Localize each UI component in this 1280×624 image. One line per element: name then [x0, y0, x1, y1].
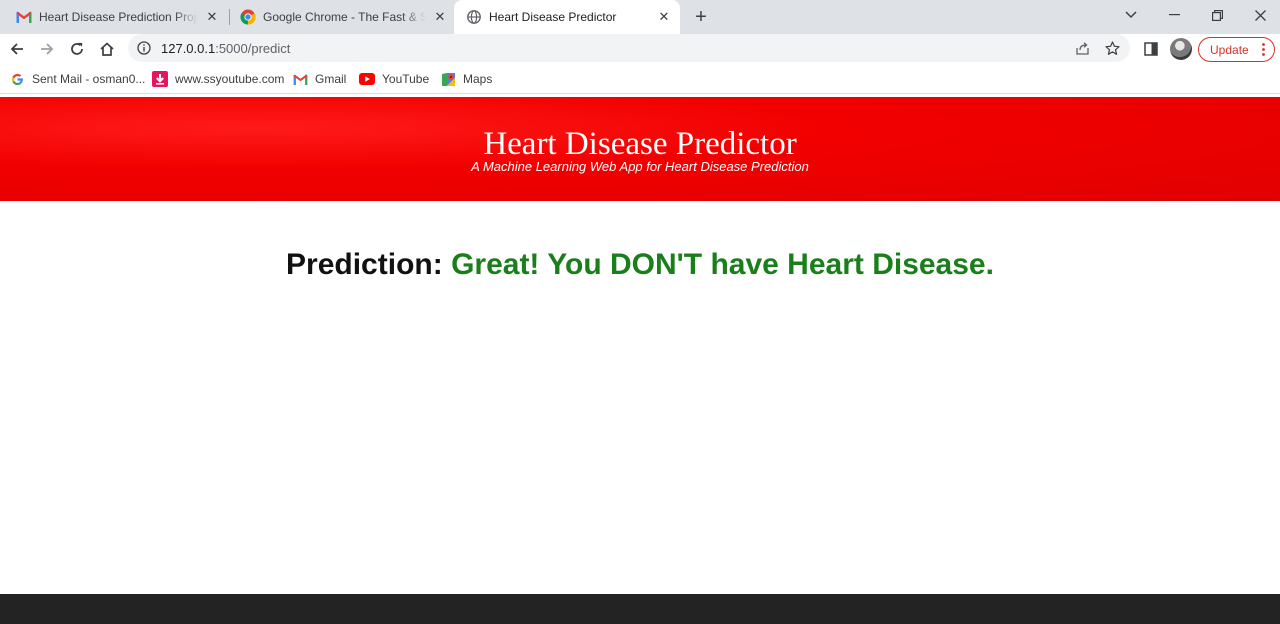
gmail-icon [16, 9, 32, 25]
bookmark-label: Gmail [315, 72, 347, 86]
tab-search-icon[interactable] [1110, 0, 1152, 30]
footer-bar [0, 594, 1280, 624]
page-subtitle: A Machine Learning Web App for Heart Dis… [471, 159, 809, 174]
bookmark-label: Maps [463, 72, 493, 86]
bookmark-ssyoutube[interactable]: www.ssyoutube.com [152, 71, 284, 87]
reload-icon[interactable] [65, 37, 89, 61]
tab-title: Heart Disease Predictor [489, 10, 617, 24]
bookmark-star-icon[interactable] [1102, 38, 1122, 58]
back-icon[interactable] [5, 37, 29, 61]
forward-icon[interactable] [35, 37, 59, 61]
bookmark-label: YouTube [382, 72, 430, 86]
prediction-value: Great! You DON'T have Heart Disease. [451, 248, 994, 281]
bookmarks-bar: Sent Mail - osman0... www.ssyoutube.com … [0, 64, 1280, 94]
address-bar[interactable]: 127.0.0.1:5000/predict [128, 34, 1130, 62]
tab-separator [229, 9, 230, 25]
header-banner: Heart Disease Predictor A Machine Learni… [0, 97, 1280, 201]
gmail-icon [292, 71, 308, 87]
new-tab-icon[interactable]: + [689, 5, 713, 29]
window-close-icon[interactable] [1239, 0, 1280, 30]
browser-toolbar: 127.0.0.1:5000/predict Update [0, 34, 1280, 64]
bookmark-sent-mail[interactable]: Sent Mail - osman0... [9, 71, 145, 87]
url-host: 127.0.0.1 [161, 41, 216, 56]
close-icon[interactable]: ✕ [204, 9, 220, 25]
update-button[interactable]: Update [1198, 37, 1275, 62]
more-menu-icon [1262, 43, 1265, 56]
close-icon[interactable]: ✕ [432, 9, 448, 25]
bookmark-maps[interactable]: Maps [440, 71, 492, 87]
bookmark-youtube[interactable]: YouTube [359, 71, 429, 87]
maps-icon [440, 71, 456, 87]
prediction-label: Prediction: [286, 248, 443, 281]
minimize-icon[interactable] [1153, 0, 1195, 30]
profile-avatar[interactable] [1170, 38, 1192, 60]
page-content: Heart Disease Predictor A Machine Learni… [0, 95, 1280, 594]
tab-google-chrome[interactable]: Google Chrome - The Fast & Secure Web Br… [232, 0, 454, 34]
bookmark-label: Sent Mail - osman0... [32, 72, 146, 86]
url-text[interactable]: 127.0.0.1:5000/predict [161, 41, 290, 56]
tab-strip: Heart Disease Prediction Project ✕ Googl… [0, 0, 1280, 34]
prediction-result: Prediction: Great! You DON'T have Heart … [0, 248, 1280, 282]
site-info-icon[interactable] [136, 40, 152, 56]
close-icon[interactable]: ✕ [656, 9, 672, 25]
url-path: :5000/predict [215, 41, 291, 56]
globe-icon [466, 9, 482, 25]
ssyoutube-icon [152, 71, 168, 87]
bookmark-label: www.ssyoutube.com [175, 72, 285, 86]
home-icon[interactable] [95, 37, 119, 61]
page-title: Heart Disease Predictor [483, 126, 797, 162]
chrome-icon [240, 9, 256, 25]
update-label: Update [1210, 42, 1249, 57]
side-panel-icon[interactable] [1139, 37, 1163, 61]
bookmark-gmail[interactable]: Gmail [292, 71, 346, 87]
tab-heart-disease-project[interactable]: Heart Disease Prediction Project ✕ [8, 0, 226, 34]
youtube-icon [359, 71, 375, 87]
google-icon [9, 71, 25, 87]
share-icon[interactable] [1072, 38, 1092, 58]
tab-heart-disease-predictor[interactable]: Heart Disease Predictor ✕ [454, 0, 680, 34]
restore-icon[interactable] [1196, 0, 1238, 30]
tab-title: Google Chrome - The Fast & Secure Web Br… [263, 10, 426, 24]
tab-title: Heart Disease Prediction Project [39, 10, 198, 24]
